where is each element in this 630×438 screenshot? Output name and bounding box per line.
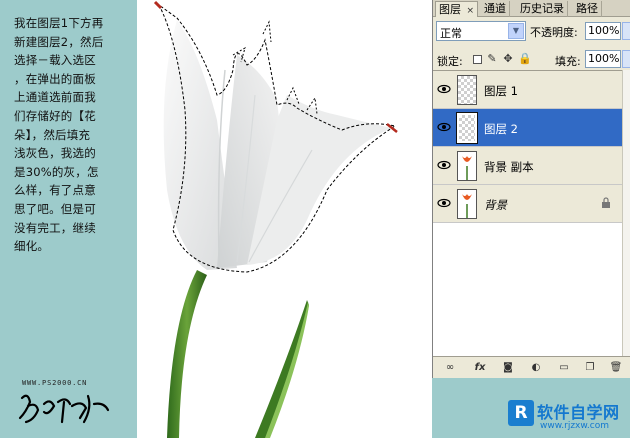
opacity-label: 不透明度: [530, 26, 578, 39]
layer-row[interactable]: 图层 1 [433, 71, 622, 109]
mask-icon[interactable]: ◙ [501, 361, 515, 374]
eye-icon[interactable] [437, 120, 451, 134]
link-icon[interactable]: ∞ [443, 361, 457, 374]
brush-icon[interactable]: ✎ [486, 53, 498, 65]
tab-paths[interactable]: 路径 [573, 1, 602, 17]
fill-slider-button[interactable] [622, 50, 630, 68]
layers-toolbar: ∞ fx ◙ ◐ ▭ ❐ 🗑 [433, 356, 630, 378]
watermark-logo-icon: R [508, 400, 534, 426]
eye-icon[interactable] [437, 196, 451, 210]
layer-thumbnail [456, 112, 478, 144]
signature-icon [18, 394, 110, 424]
layers-scrollbar[interactable] [622, 70, 630, 356]
layer-row[interactable]: 背景 [433, 185, 622, 223]
fill-label: 填充: [555, 55, 581, 68]
watermark: R 软件自学网 www.rjzxw.com [508, 399, 630, 438]
watermark-title: 软件自学网 [537, 403, 620, 422]
lock-transparency-icon[interactable] [473, 54, 482, 64]
fx-icon[interactable]: fx [473, 361, 487, 374]
lock-icon[interactable]: 🔒 [518, 53, 532, 65]
eye-icon[interactable] [437, 82, 451, 96]
layer-row[interactable]: 背景 副本 [433, 147, 622, 185]
layer-name: 图层 1 [484, 84, 518, 98]
tutorial-panel: 我在图层1下方再 新建图层2，然后 选择－载入选区 ，在弹出的面板 上通道选前面… [0, 0, 137, 438]
tulip-thumbnail-icon [462, 156, 472, 180]
blend-mode-value: 正常 [440, 27, 462, 40]
tab-history[interactable]: 历史记录 [517, 1, 568, 17]
opacity-input[interactable]: 100% [585, 22, 621, 40]
watermark-url: www.rjzxw.com [540, 421, 609, 431]
layer-name: 图层 2 [484, 122, 518, 136]
lock-options: ✎ ✥ 🔒 [473, 52, 532, 66]
image-canvas[interactable] [137, 0, 432, 438]
adjustment-icon[interactable]: ◐ [529, 361, 543, 374]
opacity-slider-button[interactable] [622, 22, 630, 40]
tutorial-text: 我在图层1下方再 新建图层2，然后 选择－载入选区 ，在弹出的面板 上通道选前面… [14, 16, 104, 254]
tab-layers[interactable]: 图层 × [435, 1, 479, 17]
layer-thumbnail [457, 151, 477, 181]
folder-icon[interactable]: ▭ [557, 361, 571, 374]
lock-label: 锁定: [437, 55, 463, 68]
layer-thumbnail [457, 75, 477, 105]
layers-list: 图层 1 图层 2 背景 副本 背景 [433, 70, 622, 356]
site-mark: WWW.PS2000.CN [22, 379, 88, 387]
trash-icon[interactable]: 🗑 [609, 361, 623, 374]
layer-row-selected[interactable]: 图层 2 [433, 109, 622, 147]
chevron-down-icon[interactable]: ▼ [508, 23, 524, 39]
new-layer-icon[interactable]: ❐ [583, 361, 597, 374]
blend-mode-select[interactable]: 正常 ▼ [436, 21, 526, 41]
layers-panel: 图层 × 通道 历史记录 路径 正常 ▼ 不透明度: 100% 锁定: ✎ ✥ … [432, 0, 630, 378]
close-icon[interactable]: × [467, 6, 475, 16]
panel-tabs: 图层 × 通道 历史记录 路径 [433, 0, 630, 17]
tab-channels[interactable]: 通道 [481, 1, 510, 17]
move-icon[interactable]: ✥ [502, 53, 514, 65]
layer-name: 背景 副本 [484, 160, 534, 174]
eye-icon[interactable] [437, 158, 451, 172]
tab-layers-label: 图层 [439, 3, 461, 16]
lock-icon [602, 197, 610, 208]
layer-thumbnail [457, 189, 477, 219]
tulip-image [153, 0, 398, 438]
tulip-thumbnail-icon [462, 194, 472, 218]
fill-input[interactable]: 100% [585, 50, 621, 68]
layer-name: 背景 [484, 198, 507, 212]
